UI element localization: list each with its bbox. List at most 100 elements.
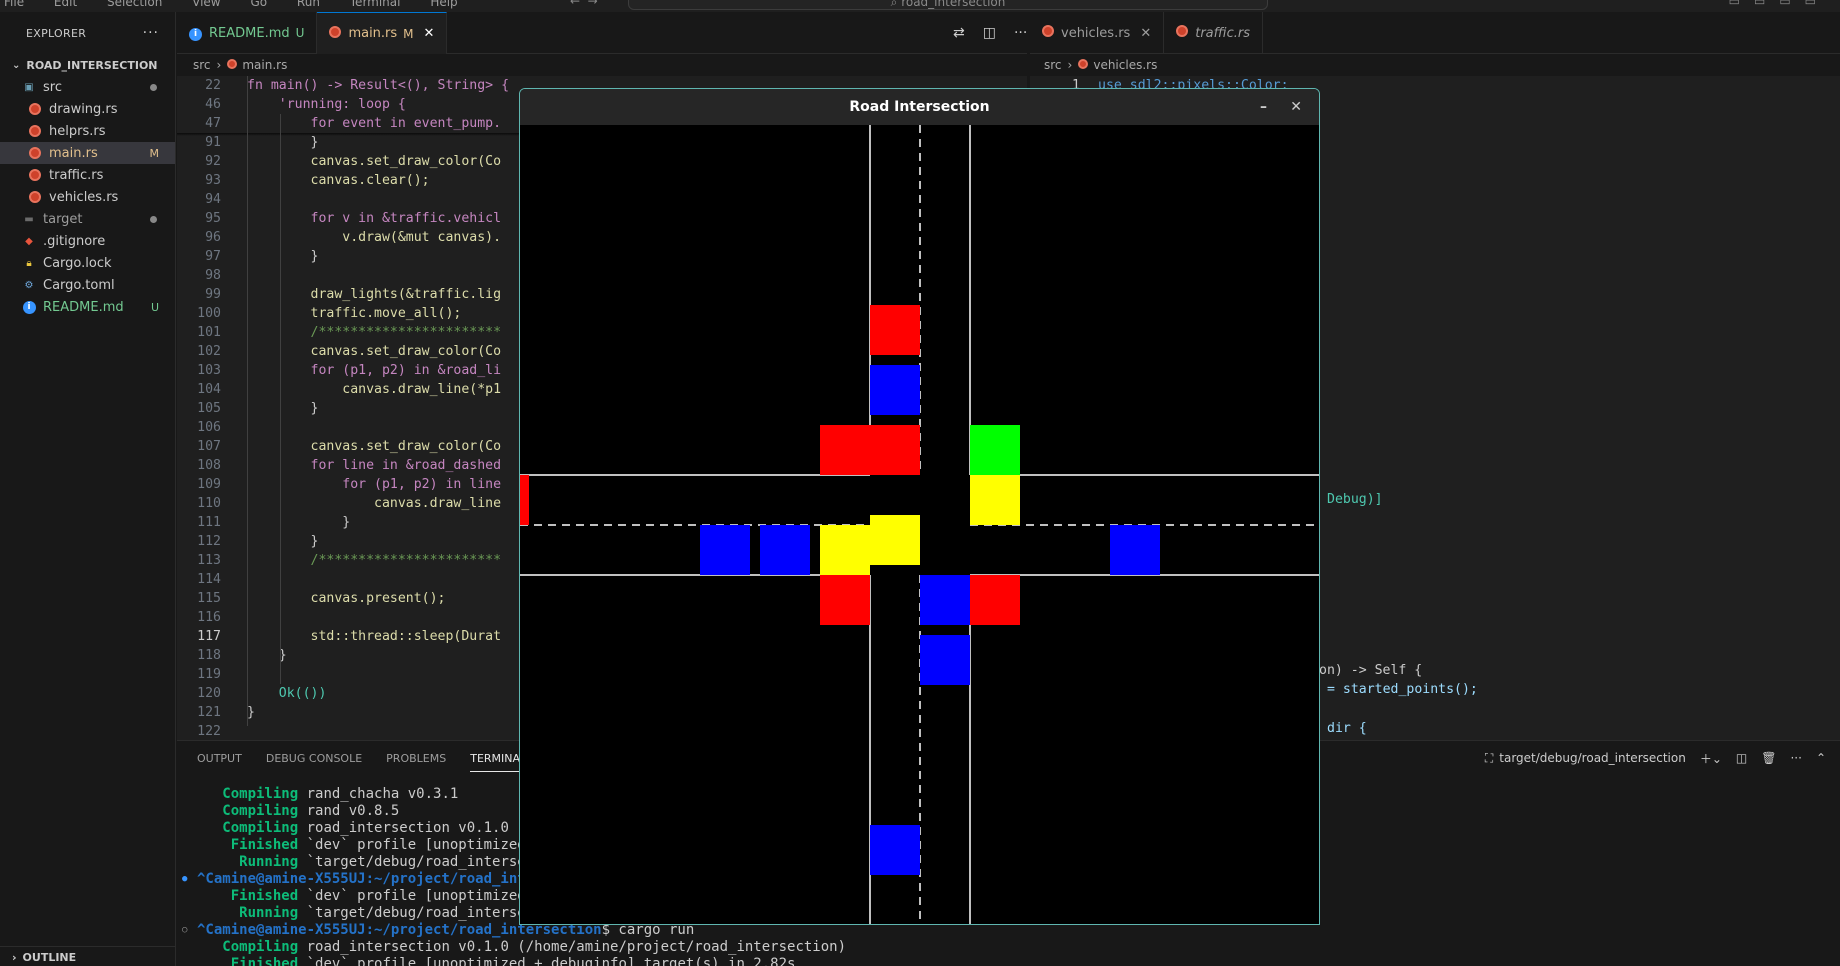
tree-item-label: Cargo.toml xyxy=(43,277,115,293)
split-editor-icon[interactable]: ◫ xyxy=(983,25,996,41)
vehicle xyxy=(920,635,970,685)
menu-terminal[interactable]: Terminal xyxy=(350,0,401,9)
info-icon: i xyxy=(189,25,202,41)
close-icon[interactable]: ✕ xyxy=(424,26,435,41)
tab-vehicles[interactable]: vehicles.rs ✕ xyxy=(1030,12,1165,54)
line-number: 46 xyxy=(205,97,221,112)
more-actions-icon[interactable]: ··· xyxy=(1790,751,1801,765)
menu-run[interactable]: Run xyxy=(297,0,320,9)
tree-item-drawing[interactable]: drawing.rs xyxy=(0,98,175,120)
menu-view[interactable]: View xyxy=(192,0,220,9)
layout-controls[interactable]: ▭▭▭▭ xyxy=(1729,0,1830,8)
tab-terminal[interactable]: TERMINAL xyxy=(470,752,527,772)
tree-item-label: README.md xyxy=(43,299,124,315)
close-button[interactable]: ✕ xyxy=(1290,89,1302,125)
menu-selection[interactable]: Selection xyxy=(107,0,162,9)
tree-item-helprs[interactable]: helprs.rs xyxy=(0,120,175,142)
breadcrumb-file[interactable]: main.rs xyxy=(242,58,287,72)
minimize-button[interactable]: – xyxy=(1260,89,1267,125)
vehicle xyxy=(870,305,920,355)
terminal-name[interactable]: target/debug/road_intersection xyxy=(1499,751,1686,765)
breadcrumb-folder[interactable]: src xyxy=(193,58,211,72)
tree-item-gitignore[interactable]: ◆ .gitignore xyxy=(0,230,175,252)
menu-edit[interactable]: Edit xyxy=(54,0,77,9)
tab-problems[interactable]: PROBLEMS xyxy=(386,752,446,765)
breadcrumb-file[interactable]: vehicles.rs xyxy=(1093,58,1157,72)
menu-file[interactable]: File xyxy=(4,0,24,9)
tab-traffic[interactable]: traffic.rs xyxy=(1164,12,1264,54)
rust-file-icon xyxy=(1078,58,1089,72)
search-icon: ⌕ xyxy=(890,0,898,9)
terminal-line: Finished `dev` profile [unoptimized + de… xyxy=(177,956,1840,966)
terminal-line: Compiling road_intersection v0.1.0 (/hom… xyxy=(177,939,1840,956)
traffic-light xyxy=(870,425,920,475)
tree-item-traffic[interactable]: traffic.rs xyxy=(0,164,175,186)
menu-items: File Edit Selection View Go Run Terminal… xyxy=(4,0,484,9)
trash-icon[interactable]: 🗑︎ xyxy=(1761,751,1776,765)
tab-main[interactable]: main.rs M ✕ xyxy=(317,12,448,54)
cargo-status: Compiling xyxy=(197,820,299,836)
game-titlebar[interactable]: Road Intersection – ✕ xyxy=(520,89,1319,125)
split-terminal-icon[interactable]: ◫ xyxy=(1736,751,1747,765)
code-text: fn main() -> Result<(), String> { xyxy=(247,78,510,93)
game-title: Road Intersection xyxy=(849,99,990,115)
tree-item-readme[interactable]: i README.md U xyxy=(0,296,175,318)
panel-tabs: OUTPUT DEBUG CONSOLE PROBLEMS TERMINAL xyxy=(197,741,550,775)
tree-item-src[interactable]: ▣ src xyxy=(0,76,175,98)
modified-dot-icon xyxy=(150,215,157,223)
line-number: 117 xyxy=(197,629,221,644)
tree-item-cargo-toml[interactable]: ⚙ Cargo.toml xyxy=(0,274,175,296)
vehicle xyxy=(920,575,970,625)
modified-dot-icon xyxy=(150,83,157,91)
outline-section[interactable]: › OUTLINE xyxy=(0,946,176,966)
git-icon: ◆ xyxy=(25,235,33,247)
line-number: 115 xyxy=(197,591,221,606)
compare-icon[interactable]: ⇄ xyxy=(953,25,965,41)
more-actions-icon[interactable]: ··· xyxy=(1014,25,1027,41)
nav-arrows[interactable]: ← → xyxy=(570,0,598,8)
line-number: 104 xyxy=(197,382,221,397)
project-folder[interactable]: ⌄ ROAD_INTERSECTION xyxy=(0,54,175,76)
line-number: 22 xyxy=(205,78,221,93)
rust-file-icon xyxy=(1176,25,1189,41)
menu-go[interactable]: Go xyxy=(250,0,267,9)
tree-item-label: main.rs xyxy=(49,145,98,161)
command-status-icon[interactable]: ○ xyxy=(182,922,187,939)
tab-output[interactable]: OUTPUT xyxy=(197,752,242,765)
line-number: 98 xyxy=(205,268,221,283)
code-text: } xyxy=(247,705,255,720)
shell-prompt: ^Camine@amine-X555UJ:~/project/road_inte xyxy=(197,871,535,887)
command-status-icon[interactable]: ● xyxy=(182,871,187,888)
menu-help[interactable]: Help xyxy=(430,0,457,9)
game-window[interactable]: Road Intersection – ✕ xyxy=(519,88,1320,925)
tab-status: U xyxy=(295,26,305,40)
tree-item-cargo-lock[interactable]: 🔒︎ Cargo.lock xyxy=(0,252,175,274)
chevron-up-icon[interactable]: ⌃ xyxy=(1816,751,1826,765)
line-number: 109 xyxy=(197,477,221,492)
cargo-status: Running xyxy=(197,905,299,921)
breadcrumb-folder[interactable]: src xyxy=(1044,58,1062,72)
traffic-light xyxy=(820,425,870,475)
tree-item-main[interactable]: main.rs M xyxy=(0,142,175,164)
tab-debug-console[interactable]: DEBUG CONSOLE xyxy=(266,752,362,765)
more-actions-icon[interactable]: ··· xyxy=(143,25,159,41)
code-text: canvas.present(); xyxy=(247,591,446,606)
explorer-title: EXPLORER xyxy=(26,26,87,40)
rust-file-icon xyxy=(28,190,42,204)
cargo-status: Finished xyxy=(197,956,299,966)
tree-item-vehicles[interactable]: vehicles.rs xyxy=(0,186,175,208)
code-text: canvas.set_draw_color(Co xyxy=(247,439,502,454)
line-number: 47 xyxy=(205,116,221,131)
close-icon[interactable]: ✕ xyxy=(1140,26,1151,41)
tree-item-label: drawing.rs xyxy=(49,101,118,117)
terminal-text: `dev` profile [unoptimized xyxy=(298,837,526,853)
tab-label: README.md xyxy=(209,25,290,41)
command-center-search[interactable]: ⌕ road_intersection xyxy=(628,0,1268,10)
line-number: 118 xyxy=(197,648,221,663)
vehicle xyxy=(760,525,810,575)
tab-readme[interactable]: i README.md U xyxy=(177,12,318,54)
tree-item-target[interactable]: ▬ target xyxy=(0,208,175,230)
code-text: } xyxy=(247,534,319,549)
new-terminal-icon[interactable]: ＋⌄ xyxy=(1700,750,1722,767)
editor-actions: ⇄ ◫ ··· xyxy=(935,12,1027,54)
